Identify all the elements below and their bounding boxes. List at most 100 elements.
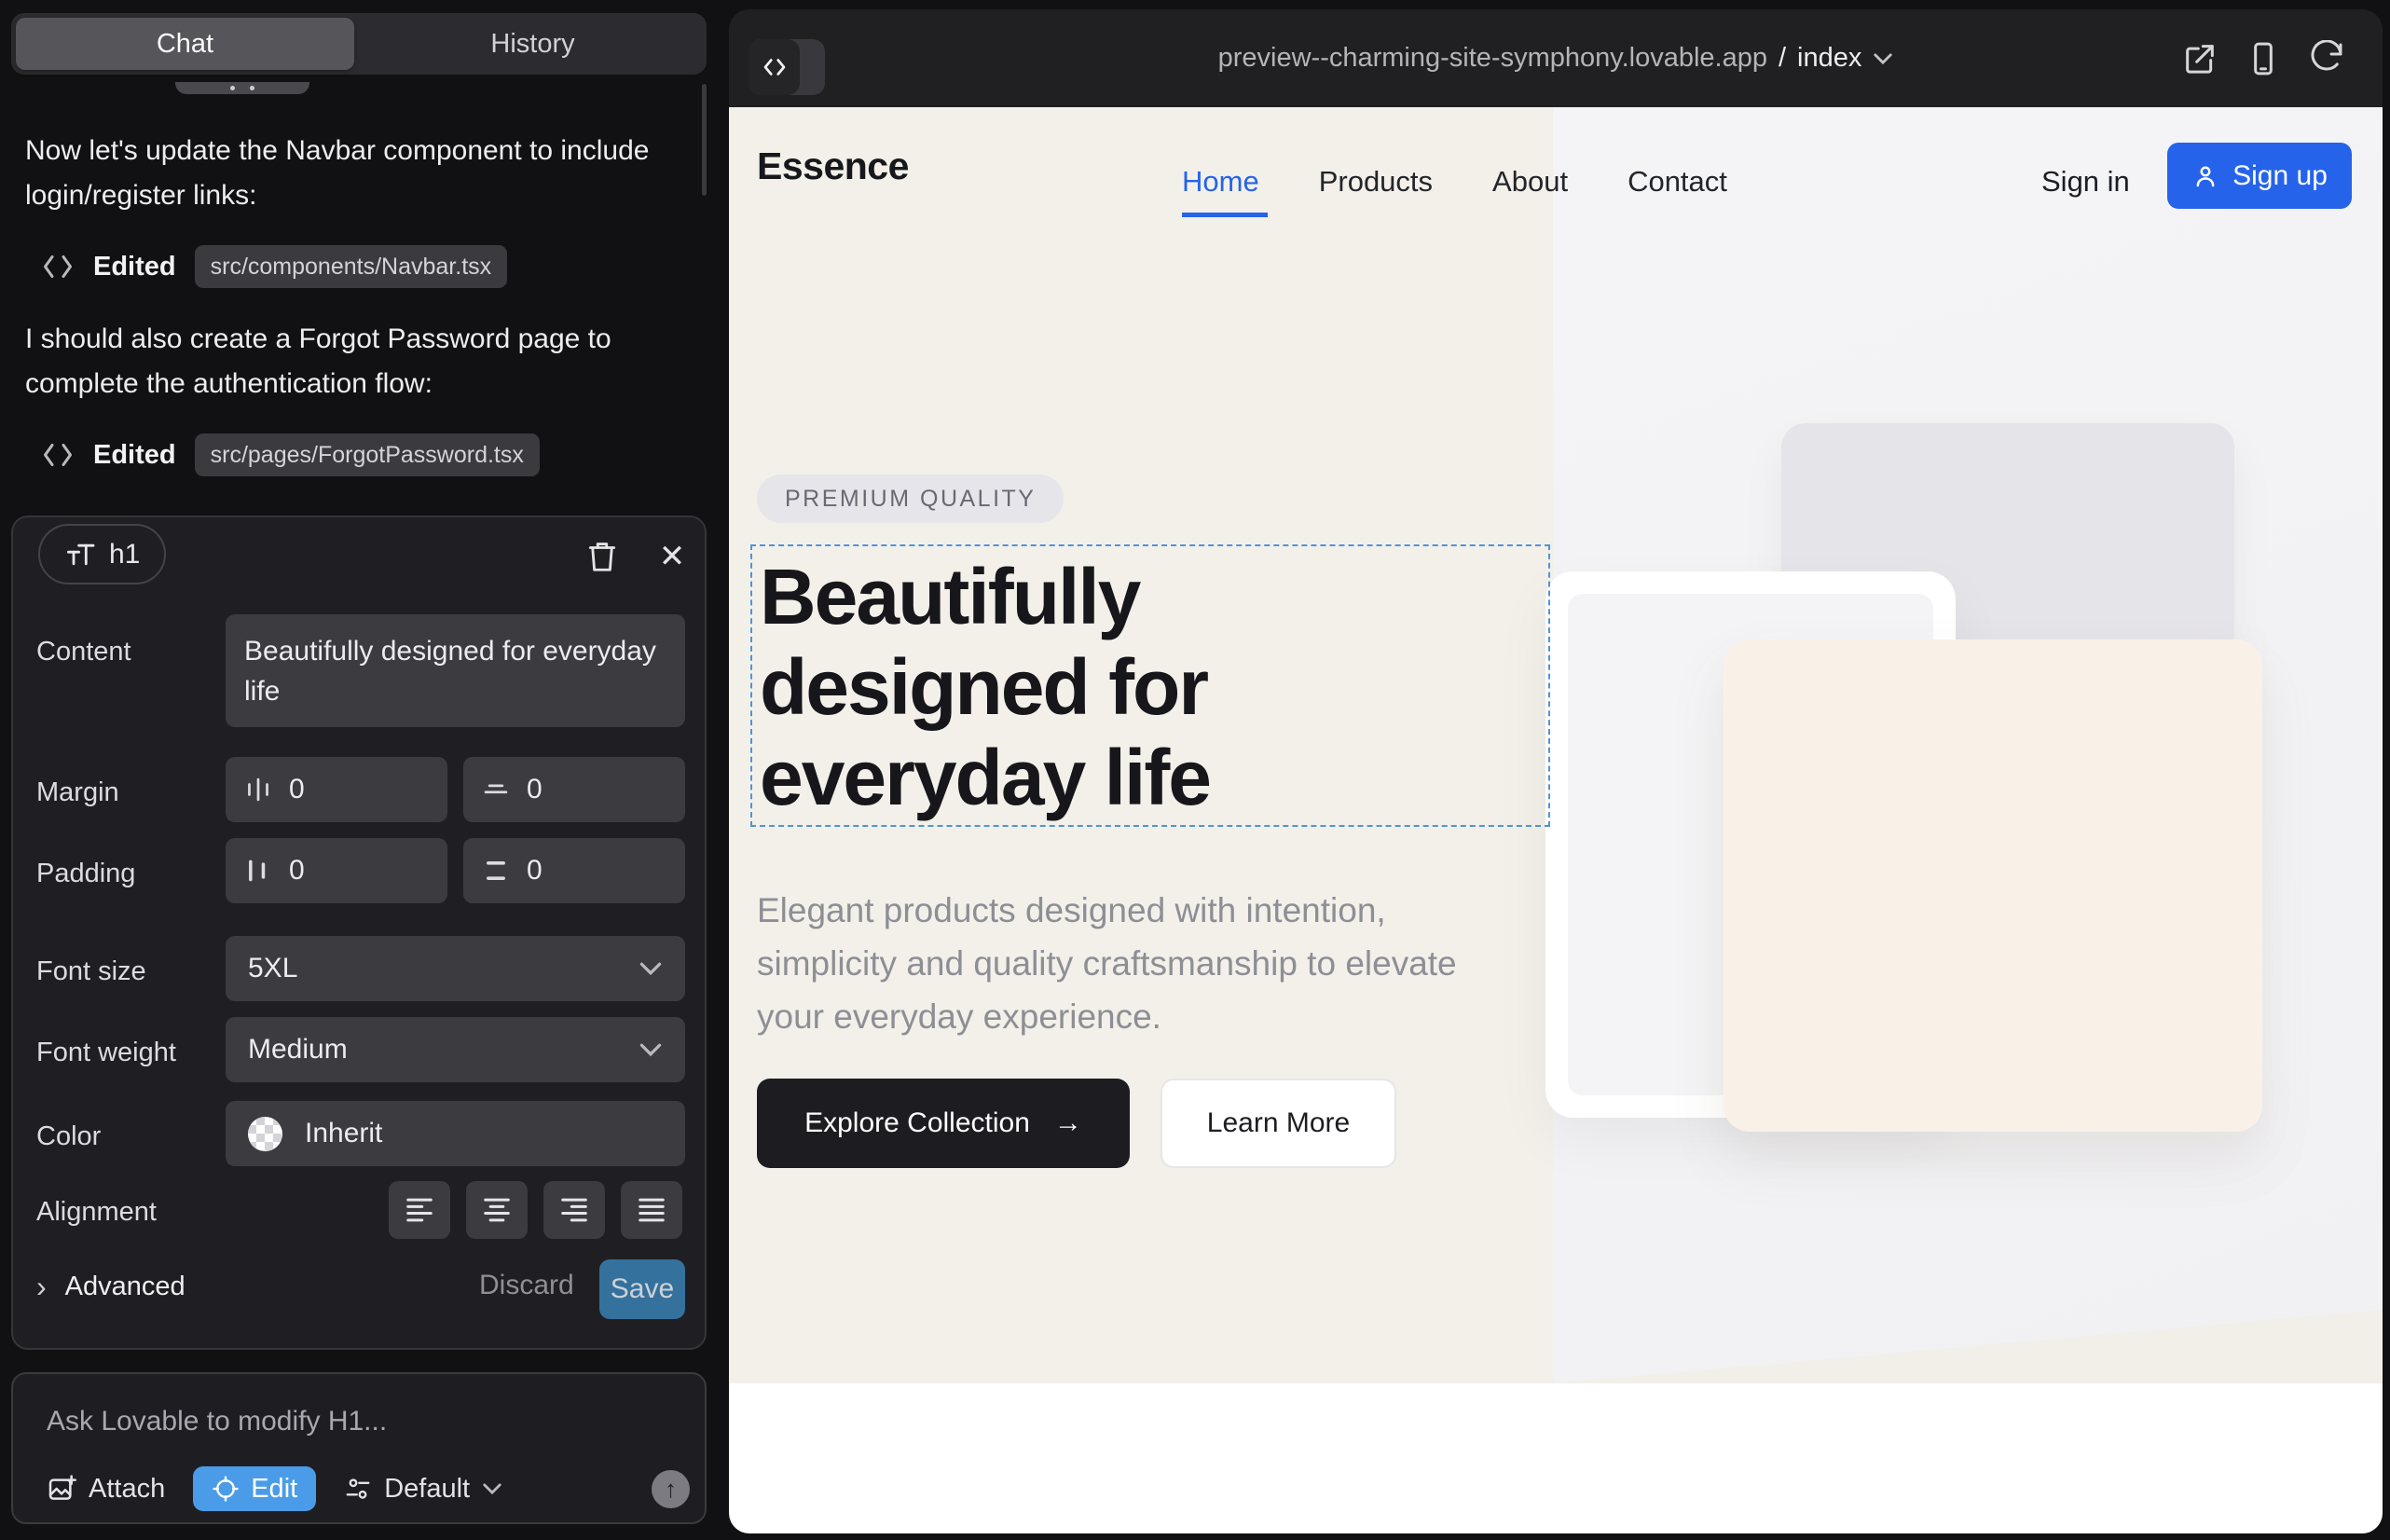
chevron-down-icon	[639, 1042, 663, 1057]
padding-x-value: 0	[289, 855, 305, 887]
code-icon	[749, 39, 800, 95]
chevron-down-icon	[1873, 52, 1893, 65]
nav-link-about[interactable]: About	[1492, 165, 1568, 199]
nav-link-products[interactable]: Products	[1319, 165, 1433, 199]
edited-label: Edited	[93, 252, 176, 282]
font-weight-select[interactable]: Medium	[226, 1017, 685, 1082]
font-size-value: 5XL	[248, 953, 297, 984]
edited-label: Edited	[93, 440, 176, 471]
align-left-button[interactable]	[389, 1181, 450, 1239]
content-input[interactable]: Beautifully designed for everyday life	[226, 614, 685, 727]
close-icon[interactable]: ✕	[652, 538, 692, 575]
alignment-button-group	[389, 1181, 682, 1239]
url-separator: /	[1779, 43, 1786, 74]
element-tag-chip[interactable]: h1	[38, 524, 166, 584]
chat-composer: Ask Lovable to modify H1... Attach	[11, 1372, 707, 1524]
code-icon	[41, 253, 75, 281]
nav-link-contact[interactable]: Contact	[1628, 165, 1727, 199]
align-center-button[interactable]	[466, 1181, 528, 1239]
hero-heading: Beautifully designed for everyday life	[760, 552, 1210, 823]
chevron-down-icon	[482, 1482, 502, 1495]
font-weight-value: Medium	[248, 1034, 348, 1066]
color-value: Inherit	[305, 1118, 382, 1149]
composer-toolbar: Attach Edit	[47, 1466, 502, 1511]
learn-more-button[interactable]: Learn More	[1161, 1079, 1396, 1168]
advanced-toggle[interactable]: › Advanced	[36, 1270, 185, 1304]
attach-button[interactable]: Attach	[47, 1474, 165, 1505]
edited-file-row: Edited src/components/Navbar.tsx	[41, 245, 507, 288]
active-nav-underline	[1182, 213, 1268, 217]
file-pill[interactable]: src/pages/ForgotPassword.tsx	[195, 433, 540, 476]
hero-heading-line: designed for	[760, 642, 1210, 733]
chevron-down-icon	[639, 961, 663, 976]
code-view-toggle[interactable]	[749, 39, 825, 95]
sign-up-label: Sign up	[2232, 160, 2328, 192]
nav-link-home[interactable]: Home	[1182, 165, 1259, 199]
edit-label: Edit	[251, 1474, 297, 1505]
hero-heading-line: everyday life	[760, 733, 1210, 823]
default-label: Default	[384, 1474, 470, 1505]
chat-history-tabs: Chat History	[11, 13, 707, 75]
padding-y-input[interactable]: 0	[463, 838, 685, 903]
chat-message: Now let's update the Navbar component to…	[25, 129, 693, 218]
composer-input[interactable]: Ask Lovable to modify H1...	[47, 1406, 387, 1437]
arrow-right-icon: →	[1054, 1107, 1082, 1139]
mobile-view-icon[interactable]	[2245, 40, 2282, 77]
element-editor-panel: h1 ✕ Content Beautifully designed for ev…	[11, 516, 707, 1350]
padding-y-value: 0	[527, 855, 543, 887]
decorative-card-cream	[1724, 639, 2262, 1132]
font-size-select[interactable]: 5XL	[226, 936, 685, 1001]
scrolled-badge-partial	[175, 82, 309, 94]
preview-url-bar[interactable]: preview--charming-site-symphony.lovable.…	[729, 9, 2383, 107]
delete-element-button[interactable]	[584, 538, 620, 575]
alignment-label: Alignment	[36, 1197, 157, 1228]
chevron-right-icon: ›	[36, 1270, 47, 1304]
align-justify-button[interactable]	[621, 1181, 682, 1239]
color-swatch	[248, 1117, 282, 1151]
padding-horizontal-icon	[244, 857, 272, 885]
preview-controls	[2181, 40, 2345, 77]
margin-x-value: 0	[289, 774, 305, 805]
tab-chat[interactable]: Chat	[16, 18, 354, 70]
site-logo[interactable]: Essence	[757, 144, 909, 188]
element-tag-label: h1	[109, 539, 140, 571]
send-button[interactable]: ↑	[652, 1470, 690, 1508]
refresh-icon[interactable]	[2308, 40, 2345, 77]
attach-label: Attach	[89, 1474, 165, 1505]
chat-scrollbar[interactable]	[702, 84, 707, 196]
align-right-button[interactable]	[543, 1181, 605, 1239]
url-page: index	[1797, 43, 1861, 74]
content-label: Content	[36, 637, 131, 667]
default-mode-selector[interactable]: Default	[344, 1474, 502, 1505]
user-icon	[2191, 162, 2219, 190]
discard-button[interactable]: Discard	[479, 1270, 574, 1301]
dot	[230, 86, 235, 90]
font-weight-label: Font weight	[36, 1038, 176, 1068]
site-nav: Home Products About Contact	[1182, 165, 1727, 199]
preview-window: preview--charming-site-symphony.lovable.…	[729, 9, 2383, 1533]
crosshair-icon	[212, 1475, 240, 1503]
url-domain: preview--charming-site-symphony.lovable.…	[1218, 43, 1767, 74]
file-pill[interactable]: src/components/Navbar.tsx	[195, 245, 508, 288]
sign-in-button[interactable]: Sign in	[2041, 165, 2130, 199]
margin-x-input[interactable]: 0	[226, 757, 447, 822]
edited-file-row: Edited src/pages/ForgotPassword.tsx	[41, 433, 540, 476]
margin-y-input[interactable]: 0	[463, 757, 685, 822]
save-button[interactable]: Save	[599, 1259, 685, 1319]
tab-history[interactable]: History	[364, 18, 702, 70]
advanced-label: Advanced	[65, 1272, 185, 1302]
selected-h1-outline[interactable]: Beautifully designed for everyday life	[750, 544, 1550, 827]
margin-vertical-icon	[482, 776, 510, 804]
font-size-label: Font size	[36, 956, 146, 987]
sign-up-button[interactable]: Sign up	[2167, 143, 2352, 209]
edit-mode-button[interactable]: Edit	[193, 1466, 316, 1511]
margin-horizontal-icon	[244, 776, 272, 804]
padding-label: Padding	[36, 859, 135, 889]
dot	[250, 86, 254, 90]
explore-collection-button[interactable]: Explore Collection →	[757, 1079, 1130, 1168]
sliders-icon	[344, 1475, 372, 1503]
color-label: Color	[36, 1121, 101, 1152]
color-select[interactable]: Inherit	[226, 1101, 685, 1166]
padding-x-input[interactable]: 0	[226, 838, 447, 903]
open-external-icon[interactable]	[2181, 40, 2218, 77]
